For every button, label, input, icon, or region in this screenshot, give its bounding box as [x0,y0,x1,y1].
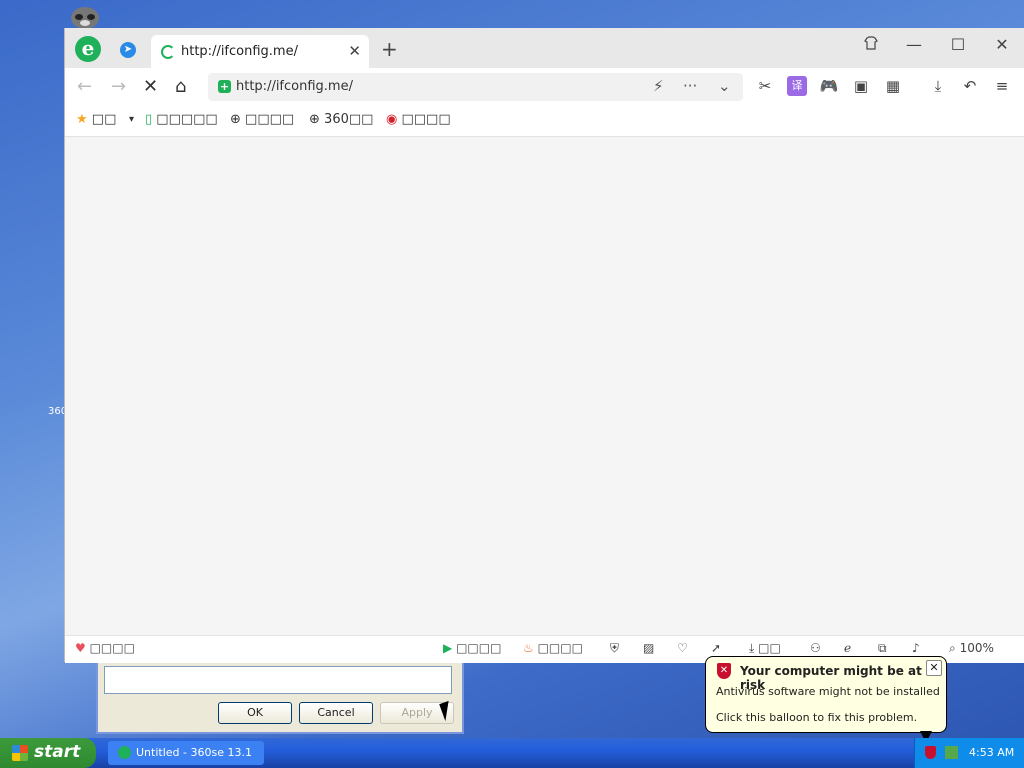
ok-button[interactable]: OK [218,702,292,724]
background-dialog: OK Cancel Apply [96,660,464,734]
dialog-text-area[interactable] [104,666,452,694]
heart-icon: ♥ [75,641,86,655]
favorites-bar: ★ □□ ▾ ▯ □□□□□ ⊕ □□□□ ⊕ 360□□ ◉ □□□□ [65,106,1024,137]
taskbar-item-label: Untitled - 360se 13.1 [136,746,252,759]
zoom-icon: ⌕ [949,641,956,655]
status-left-label: □□□□ [89,641,135,655]
taskbar: start Untitled - 360se 13.1 4:53 AM [0,738,1024,768]
tab-bar: e ➤ http://ifconfig.me/ ✕ + — ☐ ✕ [65,28,1024,68]
status-hot-label: □□□□ [537,641,583,655]
download-icon[interactable]: ⤓ [928,76,948,96]
security-balloon[interactable]: ✕ Your computer might be at risk ✕ Antiv… [705,656,947,743]
address-bar[interactable]: + http://ifconfig.me/ ⚡ ··· ⌄ [208,73,743,101]
tab-close-icon[interactable]: ✕ [348,42,361,60]
favorite-label: □□□□ [401,112,451,127]
shield-icon[interactable]: ⛨ [610,641,619,656]
favorite-link-web[interactable]: ⊕ □□□□ [230,112,294,127]
status-download-label: □□ [758,641,781,655]
favorites-label: □□ [91,112,117,127]
image-icon[interactable]: ▨ [643,641,654,655]
cancel-button[interactable]: Cancel [299,702,373,724]
play-icon: ▶ [443,641,453,655]
telegram-icon[interactable]: ➤ [120,42,136,58]
undo-icon[interactable]: ↶ [960,76,980,96]
forward-button[interactable]: → [111,76,126,97]
favorites-dropdown-icon[interactable]: ▾ [129,114,134,125]
flash-icon[interactable]: ⚡ [653,77,664,95]
status-hot-item[interactable]: ♨ □□□□ [523,641,583,655]
favorite-label: □□□□□ [156,112,218,127]
address-url[interactable]: http://ifconfig.me/ [236,79,353,94]
menu-icon[interactable]: ≡ [992,76,1012,96]
ie-mode-icon[interactable]: ℯ [844,641,851,655]
status-left-item[interactable]: ♥ □□□□ [75,641,135,655]
screenshot-cut-icon[interactable]: ✂ [755,76,775,96]
browser-window: e ➤ http://ifconfig.me/ ✕ + — ☐ ✕ ← → ✕ … [64,28,1024,663]
apps-grid-icon[interactable]: ▦ [883,76,903,96]
stop-button[interactable]: ✕ [143,76,158,97]
security-shield-icon: + [218,80,231,93]
favorites-item[interactable]: ★ □□ [76,112,116,127]
windows-flag-icon [12,745,28,761]
start-label: start [34,742,81,762]
browser-logo-icon[interactable]: e [75,36,101,62]
incognito-icon[interactable]: ⚇ [810,641,821,655]
tab-active[interactable]: http://ifconfig.me/ ✕ [151,35,369,68]
fire-icon: ♨ [523,641,534,655]
favorite-link-games[interactable]: ◉ □□□□ [386,112,451,127]
download-arrow-icon: ⤓ [749,641,755,655]
tab-title: http://ifconfig.me/ [181,44,298,59]
favorite-link-360[interactable]: ⊕ 360□□ [309,112,373,127]
balloon-hint: Click this balloon to fix this problem. [716,711,918,724]
status-download-item[interactable]: ⤓ □□ [749,641,781,656]
page-content[interactable] [65,137,1024,635]
phone-icon: ▯ [145,112,153,127]
skin-icon[interactable] [856,35,886,54]
taskbar-item-browser[interactable]: Untitled - 360se 13.1 [108,741,264,765]
start-button[interactable]: start [0,738,96,768]
browser-icon [118,746,131,759]
close-window-button[interactable]: ✕ [987,35,1017,54]
favorite-label: □□□□ [245,112,295,127]
globe-icon: ⊕ [309,112,320,127]
favorite-label: 360□□ [324,112,374,127]
network-icon[interactable] [945,746,958,759]
favorite-link-mobile[interactable]: ▯ □□□□□ [145,112,218,127]
maximize-button[interactable]: ☐ [943,35,973,54]
zoom-control[interactable]: ⌕ 100% [949,641,994,656]
dropdown-icon[interactable]: ⌄ [718,77,731,95]
security-alert-icon[interactable] [925,746,936,759]
status-video-item[interactable]: ▶ □□□□ [443,641,501,655]
desktop-raccoon-icon[interactable] [68,2,102,30]
globe-icon: ⊕ [230,112,241,127]
health-icon[interactable]: ♡ [677,641,688,655]
sound-icon[interactable]: ♪ [912,641,920,655]
clock[interactable]: 4:53 AM [969,746,1014,759]
zoom-level: 100% [959,641,994,655]
status-video-label: □□□□ [456,641,502,655]
star-icon: ★ [76,112,88,127]
more-icon[interactable]: ··· [683,77,697,95]
new-tab-button[interactable]: + [381,37,398,61]
translate-icon[interactable]: 译 [787,76,807,96]
balloon-close-button[interactable]: ✕ [926,660,942,676]
rocket-icon[interactable]: ➚ [711,641,721,655]
balloon-message: Antivirus software might not be installe… [716,685,940,698]
back-button[interactable]: ← [77,76,92,97]
game-icon[interactable]: 🎮 [819,76,839,96]
home-button[interactable]: ⌂ [175,76,186,97]
minimize-button[interactable]: — [899,35,929,54]
security-shield-icon: ✕ [717,663,731,679]
loading-spinner-icon [161,45,175,59]
reader-icon[interactable]: ▣ [851,76,871,96]
game-center-icon: ◉ [386,112,398,127]
navigation-bar: ← → ✕ ⌂ + http://ifconfig.me/ ⚡ ··· ⌄ ✂ … [65,68,1024,106]
system-tray: 4:53 AM [914,738,1024,768]
window-icon[interactable]: ⧉ [878,641,887,656]
